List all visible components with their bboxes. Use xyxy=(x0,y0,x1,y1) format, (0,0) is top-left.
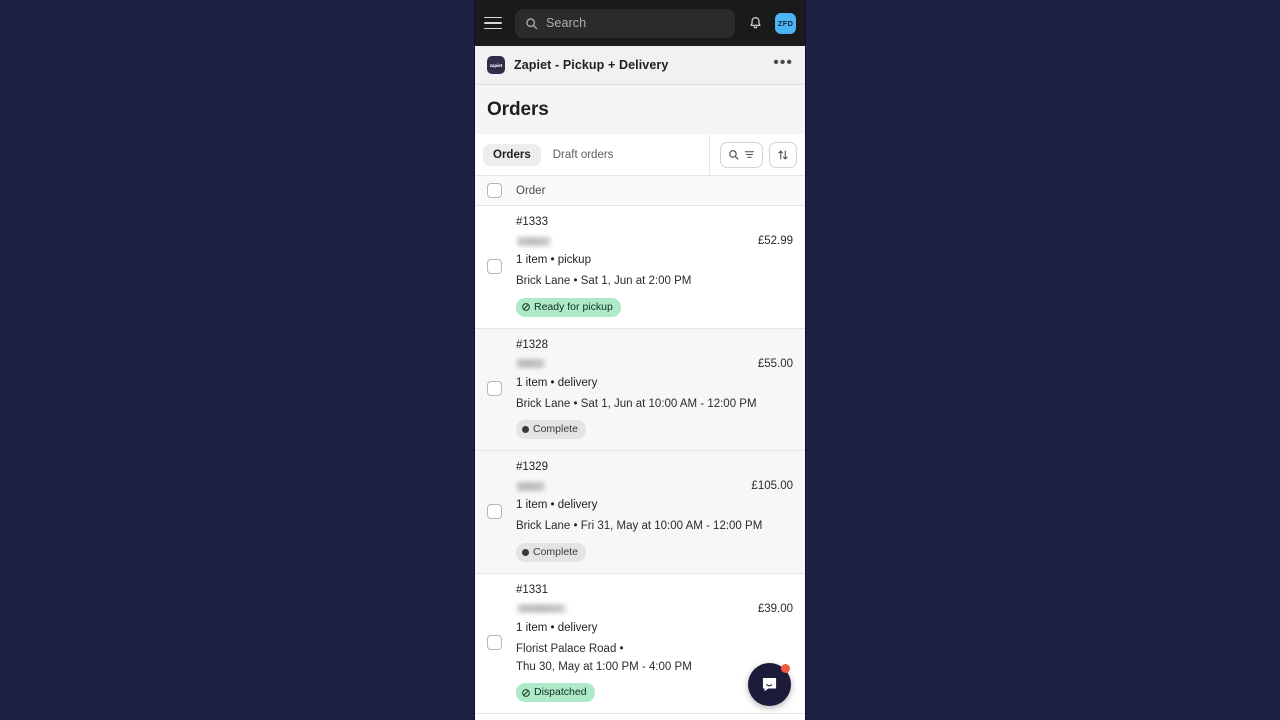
app-header-bar: zapiet Zapiet - Pickup + Delivery ••• xyxy=(475,46,805,85)
customer-price-row: £55.00 xyxy=(516,358,793,370)
order-price: £52.99 xyxy=(757,235,793,247)
dot-icon xyxy=(522,548,529,556)
hamburger-menu-icon[interactable] xyxy=(484,12,506,34)
row-checkbox[interactable] xyxy=(487,635,502,651)
row-checkbox[interactable] xyxy=(487,381,502,397)
customer-name-redacted xyxy=(516,236,552,246)
order-content xyxy=(516,715,793,720)
customer-name-redacted xyxy=(516,481,546,491)
order-location-time: Brick Lane • Fri 31, May at 10:00 AM - 1… xyxy=(516,520,763,533)
search-and-filter-button[interactable] xyxy=(720,141,763,168)
zapiet-app-logo: zapiet xyxy=(487,56,505,74)
search-placeholder: Search xyxy=(546,16,587,30)
status-badge: Ready for pickup xyxy=(516,297,621,317)
mobile-viewport: Search ZFD zapiet Zapiet - Pickup + Deli… xyxy=(474,0,806,720)
order-items-summary: 1 item • delivery xyxy=(516,376,598,389)
global-top-bar: Search ZFD xyxy=(475,0,805,46)
intercom-chat-launcher[interactable] xyxy=(748,663,791,706)
status-badge-label: Complete xyxy=(533,423,578,436)
clock-circle-icon xyxy=(522,688,530,697)
search-icon xyxy=(526,17,538,29)
orders-card: Orders Draft orders Order #1333 £52.99 1… xyxy=(475,134,805,720)
order-number: #1328 xyxy=(516,338,548,351)
status-badge: Dispatched xyxy=(516,683,595,703)
dot-icon xyxy=(522,426,529,434)
status-badge: Complete xyxy=(516,543,586,562)
search-icon xyxy=(729,149,739,160)
chat-bubble-icon xyxy=(762,677,777,692)
order-items-summary: 1 item • delivery xyxy=(516,621,598,634)
status-badge: Complete xyxy=(516,420,586,440)
order-items-summary: 1 item • delivery xyxy=(516,499,598,512)
clock-circle-icon xyxy=(522,303,530,311)
order-price: £105.00 xyxy=(751,480,793,493)
order-content: #1328 £55.00 1 item • delivery Brick Lan… xyxy=(516,339,793,440)
column-header-order: Order xyxy=(516,184,546,197)
status-badge-label: Ready for pickup xyxy=(534,300,613,313)
app-logo-text: zapiet xyxy=(489,62,503,68)
search-input[interactable]: Search xyxy=(515,8,735,38)
order-items-summary: 1 item • pickup xyxy=(516,254,591,266)
select-all-checkbox[interactable] xyxy=(487,183,502,198)
table-row[interactable]: #1328 £55.00 1 item • delivery Brick Lan… xyxy=(475,328,805,452)
filter-icon xyxy=(744,151,755,158)
table-row[interactable]: #1329 £105.00 1 item • delivery Brick La… xyxy=(475,451,805,574)
avatar[interactable]: ZFD xyxy=(775,12,796,34)
orders-tools xyxy=(709,134,797,175)
order-price: £39.00 xyxy=(757,602,793,615)
customer-price-row: £105.00 xyxy=(516,480,793,492)
customer-name-redacted xyxy=(516,359,546,368)
order-content: #1329 £105.00 1 item • delivery Brick La… xyxy=(516,461,793,562)
order-price: £55.00 xyxy=(757,357,793,370)
tab-orders[interactable]: Orders xyxy=(483,143,541,166)
status-badge-label: Dispatched xyxy=(534,686,587,699)
unread-indicator xyxy=(781,664,790,673)
tab-draft-orders[interactable]: Draft orders xyxy=(543,144,624,166)
customer-price-row: £52.99 xyxy=(516,235,793,247)
order-number: #1331 xyxy=(516,583,548,596)
table-row[interactable]: #1333 £52.99 1 item • pickup Brick Lane … xyxy=(475,206,805,329)
order-content: #1333 £52.99 1 item • pickup Brick Lane … xyxy=(516,216,793,317)
page-title: Orders xyxy=(487,99,549,120)
table-row[interactable] xyxy=(475,714,805,720)
orders-tabs: Orders Draft orders xyxy=(483,143,709,166)
customer-name-redacted xyxy=(516,604,568,614)
sort-button[interactable] xyxy=(769,141,797,168)
app-title: Zapiet - Pickup + Delivery xyxy=(514,58,669,72)
page-title-section: Orders xyxy=(475,85,805,134)
notifications-button[interactable] xyxy=(744,12,766,34)
customer-price-row: £39.00 xyxy=(516,603,793,615)
orders-list-header: Order xyxy=(475,176,805,206)
row-checkbox[interactable] xyxy=(487,258,502,274)
order-number xyxy=(516,715,793,720)
sort-arrows-icon xyxy=(778,150,788,159)
order-location-time: Brick Lane • Sat 1, Jun at 10:00 AM - 12… xyxy=(516,397,757,410)
orders-tabs-row: Orders Draft orders xyxy=(475,134,805,176)
order-number: #1333 xyxy=(516,216,548,228)
order-location-time: Brick Lane • Sat 1, Jun at 2:00 PM xyxy=(516,275,692,287)
status-badge-label: Complete xyxy=(533,546,578,559)
row-checkbox[interactable] xyxy=(487,503,502,519)
order-number: #1329 xyxy=(516,461,548,474)
app-more-options-button[interactable]: ••• xyxy=(773,54,793,76)
bell-icon xyxy=(749,16,761,28)
